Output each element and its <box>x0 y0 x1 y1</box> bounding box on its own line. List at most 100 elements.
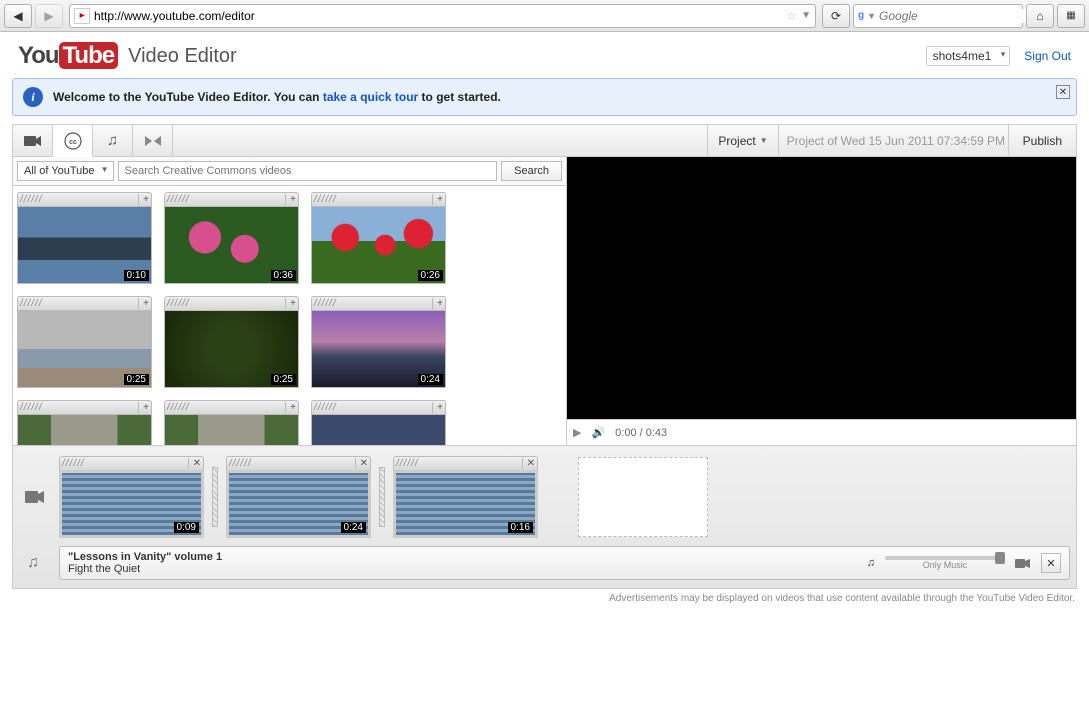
menu-button[interactable]: ▦ <box>1057 4 1085 28</box>
clip-thumbnail[interactable]: 0:25 <box>17 310 152 388</box>
clip-drag-handle[interactable]: + <box>17 400 152 414</box>
clip-remove-button[interactable]: ✕ <box>522 458 535 469</box>
clip-thumbnail[interactable] <box>164 414 299 445</box>
volume-button[interactable]: 🔊 <box>591 426 605 439</box>
clip-thumbnail[interactable]: 0:25 <box>164 310 299 388</box>
audio-mix-slider[interactable] <box>885 556 1005 560</box>
url-bar[interactable]: ▶ ☆ ▼ <box>69 4 816 28</box>
library-clip[interactable]: + 0:25 <box>17 296 152 388</box>
tab-music[interactable]: ♫ <box>93 125 133 156</box>
library-clip[interactable]: + 0:26 <box>311 192 446 284</box>
clip-add-button[interactable]: + <box>138 402 149 413</box>
timeline-clip[interactable]: ✕ 0:16 <box>393 456 538 538</box>
library-filters: All of YouTube Search <box>13 157 566 186</box>
browser-search-input[interactable] <box>879 9 1036 23</box>
clip-add-button[interactable]: + <box>432 298 443 309</box>
workspace: All of YouTube Search + 0:10 + 0:36 + 0:… <box>12 156 1077 446</box>
clip-remove-button[interactable]: ✕ <box>355 458 368 469</box>
tab-camera[interactable] <box>13 125 53 156</box>
clip-add-button[interactable]: + <box>285 194 296 205</box>
clip-thumbnail[interactable]: 0:10 <box>17 206 152 284</box>
video-track[interactable]: ✕ 0:09 ✕ 0:24 ✕ 0:16 <box>19 452 1070 542</box>
tab-cc[interactable]: cc <box>53 125 93 157</box>
signout-link[interactable]: Sign Out <box>1024 49 1071 63</box>
audio-clip[interactable]: "Lessons in Vanity" volume 1 Fight the Q… <box>59 546 1070 580</box>
tour-link[interactable]: take a quick tour <box>323 90 418 104</box>
clip-add-button[interactable]: + <box>285 402 296 413</box>
tab-transitions[interactable] <box>133 125 173 156</box>
info-icon: i <box>23 87 43 107</box>
timeline-thumbnail[interactable]: 0:09 <box>59 470 204 538</box>
home-button[interactable]: ⌂ <box>1026 4 1054 28</box>
clip-duration: 0:25 <box>124 374 149 385</box>
clip-thumbnail[interactable]: 0:26 <box>311 206 446 284</box>
back-button[interactable]: ◀ <box>4 4 32 28</box>
library-clip[interactable]: + <box>311 400 446 445</box>
transition-gap[interactable] <box>212 467 218 527</box>
audio-remove-button[interactable]: ✕ <box>1041 553 1061 573</box>
timeline-thumbnail[interactable]: 0:24 <box>226 470 371 538</box>
clip-drag-handle[interactable]: ✕ <box>393 456 538 470</box>
timeline-clip[interactable]: ✕ 0:09 <box>59 456 204 538</box>
audio-track[interactable]: ♫ "Lessons in Vanity" volume 1 Fight the… <box>19 542 1070 584</box>
camera-icon <box>24 135 42 147</box>
clip-drag-handle[interactable]: + <box>164 192 299 206</box>
clip-thumbnail[interactable] <box>17 414 152 445</box>
clip-add-button[interactable]: + <box>432 194 443 205</box>
clip-drag-handle[interactable]: + <box>311 296 446 310</box>
clip-add-button[interactable]: + <box>432 402 443 413</box>
play-button[interactable]: ▶ <box>573 426 581 439</box>
scope-dropdown[interactable]: All of YouTube <box>17 161 114 181</box>
clip-remove-button[interactable]: ✕ <box>188 458 201 469</box>
url-input[interactable] <box>94 9 782 23</box>
clip-drag-handle[interactable]: + <box>17 296 152 310</box>
library-clip[interactable]: + 0:24 <box>311 296 446 388</box>
timeline-thumbnail[interactable]: 0:16 <box>393 470 538 538</box>
clip-drag-handle[interactable]: + <box>311 400 446 414</box>
timeline: ✕ 0:09 ✕ 0:24 ✕ 0:16 ♫ "Lessons in Vanit… <box>12 446 1077 589</box>
clip-drag-handle[interactable]: + <box>311 192 446 206</box>
library-clip[interactable]: + <box>164 400 299 445</box>
player-controls: ▶ 🔊 0:00 / 0:43 <box>567 419 1076 445</box>
library-search-button[interactable]: Search <box>501 161 562 181</box>
library-search-input[interactable] <box>118 161 498 181</box>
star-icon[interactable]: ☆ <box>786 9 797 23</box>
clip-drag-handle[interactable]: + <box>164 296 299 310</box>
clip-add-button[interactable]: + <box>138 298 149 309</box>
search-dropdown-icon[interactable]: ▼ <box>867 11 876 21</box>
library-clip[interactable]: + 0:36 <box>164 192 299 284</box>
clip-add-button[interactable]: + <box>285 298 296 309</box>
library-clip[interactable]: + <box>17 400 152 445</box>
timeline-clip[interactable]: ✕ 0:24 <box>226 456 371 538</box>
clip-drag-handle[interactable]: ✕ <box>59 456 204 470</box>
video-track-icon <box>25 490 45 504</box>
clip-add-button[interactable]: + <box>138 194 149 205</box>
clip-thumbnail[interactable]: 0:36 <box>164 206 299 284</box>
dropdown-icon[interactable]: ▼ <box>801 10 811 21</box>
clip-drag-handle[interactable]: + <box>164 400 299 414</box>
clip-drag-handle[interactable]: + <box>17 192 152 206</box>
clip-grid[interactable]: + 0:10 + 0:36 + 0:26 + 0:25 + 0:25 + 0:2… <box>13 186 566 445</box>
library-clip[interactable]: + 0:25 <box>164 296 299 388</box>
account-menu[interactable]: shots4me1 <box>926 46 1011 66</box>
clip-thumbnail[interactable] <box>311 414 446 445</box>
clip-thumbnail[interactable]: 0:24 <box>311 310 446 388</box>
original-audio-icon <box>1015 558 1031 569</box>
reload-button[interactable]: ⟳ <box>822 4 850 28</box>
youtube-logo[interactable]: YouTube <box>18 42 118 70</box>
project-menu[interactable]: Project <box>707 125 777 156</box>
audio-artist: Fight the Quiet <box>68 563 140 575</box>
footer-notice: Advertisements may be displayed on video… <box>12 589 1077 608</box>
clip-duration: 0:16 <box>508 522 533 533</box>
timeline-drop-target[interactable] <box>578 457 708 537</box>
forward-button: ▶ <box>35 4 63 28</box>
browser-search[interactable]: g ▼ <box>853 4 1023 28</box>
transition-gap[interactable] <box>379 467 385 527</box>
project-name-field[interactable]: Project of Wed 15 Jun 2011 07:34:59 PM P <box>778 125 1008 156</box>
clip-drag-handle[interactable]: ✕ <box>226 456 371 470</box>
publish-button[interactable]: Publish <box>1008 125 1076 156</box>
player-time: 0:00 / 0:43 <box>615 427 667 439</box>
video-player[interactable] <box>567 157 1076 419</box>
library-clip[interactable]: + 0:10 <box>17 192 152 284</box>
notice-close-button[interactable]: ✕ <box>1056 85 1070 99</box>
